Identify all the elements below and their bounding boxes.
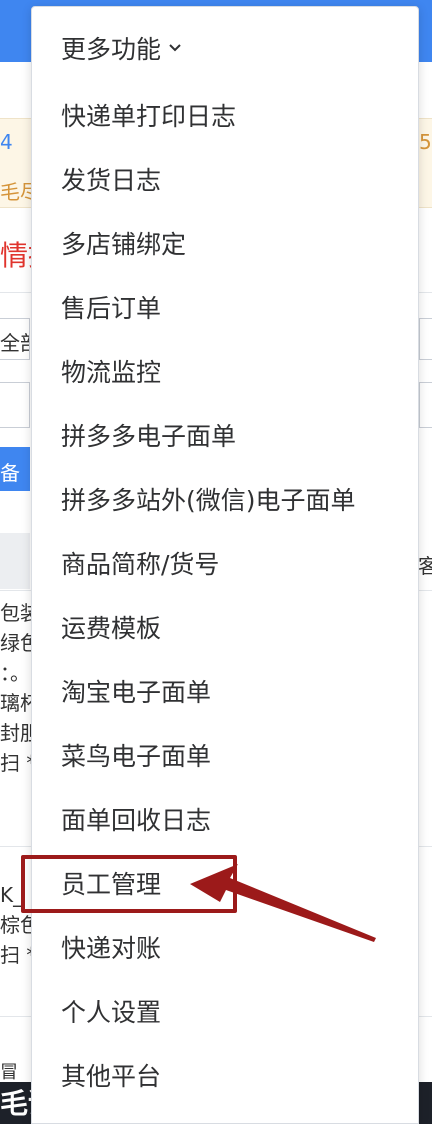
- menu-header-label: 更多功能: [61, 35, 162, 64]
- menu-list: 快递单打印日志 发货日志 多店铺绑定 售后订单 物流监控 拼多多电子面单 拼多多…: [32, 85, 418, 1109]
- remark-button[interactable]: 备: [0, 447, 30, 491]
- menu-item-cainiao-e-waybill[interactable]: 菜鸟电子面单: [32, 725, 418, 789]
- menu-item-multi-store-binding[interactable]: 多店铺绑定: [32, 213, 418, 277]
- right-input[interactable]: [419, 382, 432, 428]
- menu-item-product-short-name[interactable]: 商品简称/货号: [32, 533, 418, 597]
- chevron-down-icon: [169, 44, 181, 52]
- bottom-small-text: 冒: [0, 1062, 18, 1083]
- right-notice-text: 5: [419, 130, 432, 154]
- filter-select[interactable]: 全部: [0, 318, 30, 360]
- menu-item-logistics-monitor[interactable]: 物流监控: [32, 341, 418, 405]
- right-header-text: 客: [418, 554, 432, 578]
- menu-item-after-sales-orders[interactable]: 售后订单: [32, 277, 418, 341]
- menu-item-personal-settings[interactable]: 个人设置: [32, 981, 418, 1045]
- more-features-dropdown: 更多功能 快递单打印日志 发货日志 多店铺绑定 售后订单 物流监控 拼多多电子面…: [31, 6, 419, 1124]
- watermark: 广东龙网: [303, 1084, 408, 1114]
- more-features-toggle[interactable]: 更多功能: [61, 30, 183, 66]
- filter-input[interactable]: [0, 382, 30, 428]
- menu-item-express-print-log[interactable]: 快递单打印日志: [32, 85, 418, 149]
- menu-item-shipping-log[interactable]: 发货日志: [32, 149, 418, 213]
- menu-item-pdd-e-waybill[interactable]: 拼多多电子面单: [32, 405, 418, 469]
- menu-item-pdd-external-e-waybill[interactable]: 拼多多站外(微信)电子面单: [32, 469, 418, 533]
- menu-item-shipping-template[interactable]: 运费模板: [32, 597, 418, 661]
- table-header: [0, 533, 30, 589]
- right-input[interactable]: [419, 318, 432, 360]
- pointer-arrow-icon: [190, 864, 376, 942]
- menu-item-taobao-e-waybill[interactable]: 淘宝电子面单: [32, 661, 418, 725]
- left-count-text: 4: [0, 130, 13, 154]
- menu-item-waybill-recycle-log[interactable]: 面单回收日志: [32, 789, 418, 853]
